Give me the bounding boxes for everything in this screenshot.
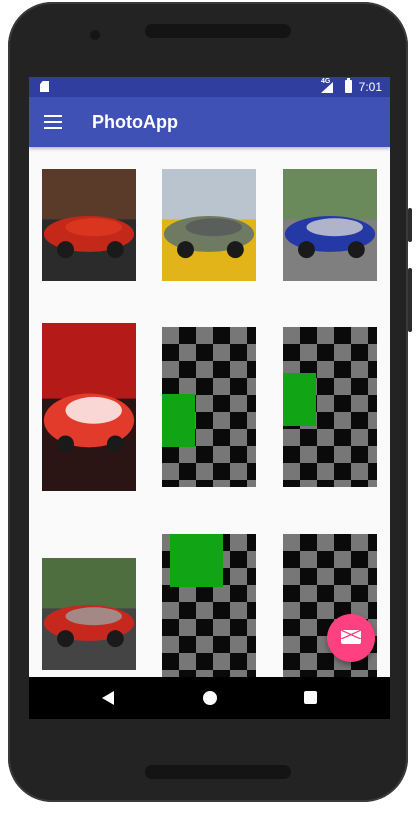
compose-fab[interactable] xyxy=(327,614,375,662)
photo-cell-4[interactable] xyxy=(42,323,136,491)
blue-racecar-photo xyxy=(283,169,377,281)
red-truck-photo xyxy=(42,558,136,670)
navigation-bar xyxy=(29,677,390,719)
photo-cell-6[interactable] xyxy=(283,327,377,487)
photo-cell-8[interactable] xyxy=(162,534,256,677)
mail-icon xyxy=(341,630,361,644)
front-camera xyxy=(90,30,100,40)
photo-cell-3[interactable] xyxy=(283,169,377,281)
formula-one-photo xyxy=(42,323,136,491)
volume-button xyxy=(408,208,412,242)
photo-grid[interactable] xyxy=(29,147,390,677)
red-ferrari-photo xyxy=(42,169,136,281)
bottom-speaker xyxy=(145,765,291,779)
photo-cell-5[interactable] xyxy=(162,327,256,487)
photo-cell-1[interactable] xyxy=(42,169,136,281)
green-placeholder-block xyxy=(162,394,195,447)
app-bar: PhotoApp xyxy=(29,97,390,147)
menu-icon[interactable] xyxy=(44,114,62,130)
recents-icon[interactable] xyxy=(304,691,317,704)
road-photo xyxy=(162,169,256,281)
power-button xyxy=(408,268,412,332)
back-icon[interactable] xyxy=(102,691,114,705)
signal-icon xyxy=(321,82,333,93)
app-title: PhotoApp xyxy=(92,112,178,132)
home-icon[interactable] xyxy=(203,691,217,705)
status-bar: 4G 7:01 xyxy=(29,77,390,97)
battery-icon xyxy=(345,78,352,93)
sd-card-icon xyxy=(40,81,49,92)
top-speaker xyxy=(145,24,291,38)
green-placeholder-block xyxy=(283,373,316,426)
device-screen: 4G 7:01 PhotoApp xyxy=(29,77,390,719)
green-placeholder-block xyxy=(170,534,223,587)
photo-cell-2[interactable] xyxy=(162,169,256,281)
status-time: 7:01 xyxy=(358,80,382,94)
photo-cell-7[interactable] xyxy=(42,558,136,670)
